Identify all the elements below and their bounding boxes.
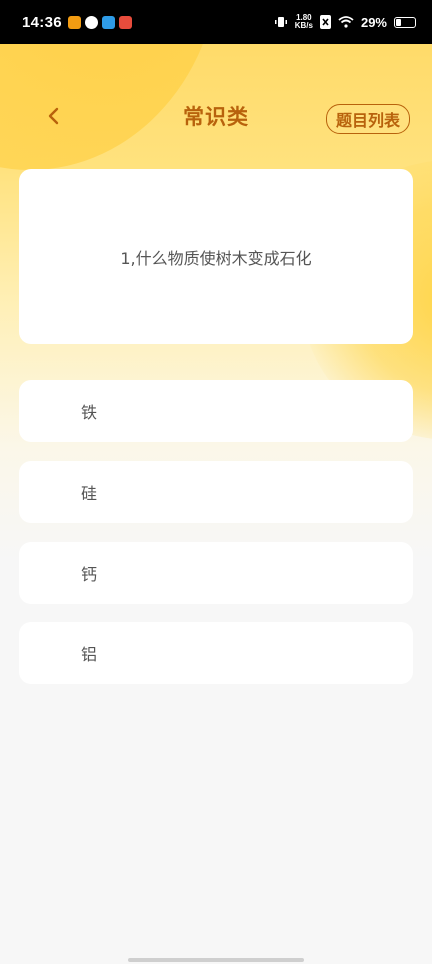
question-list-button[interactable]: 题目列表 — [325, 104, 410, 134]
status-time: 14:36 — [22, 13, 62, 31]
news-app-icon — [118, 15, 132, 29]
answer-option-label: 铁 — [81, 403, 98, 422]
chevron-left-icon — [48, 107, 59, 125]
sim-off-icon — [319, 15, 331, 29]
answer-option-2[interactable]: 硅 — [19, 461, 413, 523]
page-header: 常识类 题目列表 — [0, 92, 432, 140]
home-indicator[interactable] — [128, 958, 304, 962]
status-right: 1.80 KB/s 29% — [274, 14, 416, 30]
question-text: 1,什么物质使树木变成石化 — [120, 248, 312, 268]
wifi-icon — [338, 16, 354, 28]
photos-app-icon — [101, 15, 115, 29]
answer-option-1[interactable]: 铁 — [19, 380, 413, 442]
answer-option-label: 铝 — [81, 645, 98, 664]
question-card: 1,什么物质使树木变成石化 — [19, 169, 413, 344]
network-speed-unit: KB/s — [294, 21, 313, 30]
status-app-icons — [67, 15, 132, 29]
answer-option-4[interactable]: 铝 — [19, 622, 413, 684]
back-button[interactable] — [42, 104, 66, 128]
answer-option-3[interactable]: 钙 — [19, 542, 413, 604]
network-speed: 1.80 KB/s — [295, 14, 313, 30]
battery-level — [396, 18, 402, 26]
browser-app-icon — [84, 15, 98, 29]
status-bar: 14:36 1.80 KB/s 29% — [0, 0, 432, 44]
battery-icon — [394, 16, 416, 28]
battery-percent: 29% — [360, 14, 387, 30]
answer-option-label: 钙 — [81, 565, 98, 584]
weibo-app-icon — [67, 15, 81, 29]
page-title: 常识类 — [183, 105, 249, 129]
vibrate-icon — [274, 15, 288, 29]
answer-option-label: 硅 — [81, 484, 98, 503]
